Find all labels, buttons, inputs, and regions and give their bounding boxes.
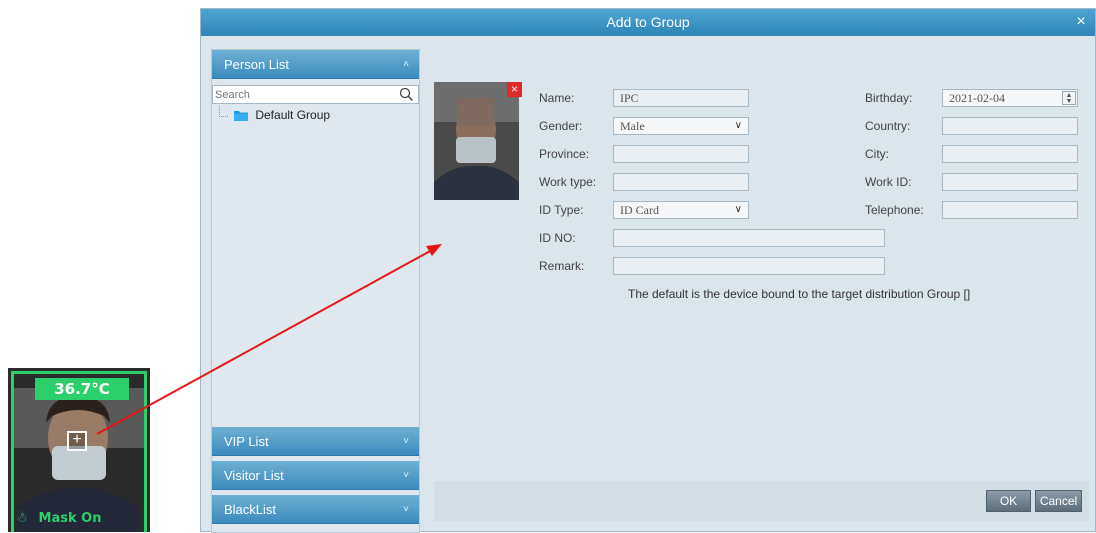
- ok-button[interactable]: OK: [986, 490, 1031, 512]
- cancel-button[interactable]: Cancel: [1035, 490, 1082, 512]
- add-to-group-dialog: Add to Group × Person List ˄ Default Gro…: [200, 8, 1096, 533]
- blacklist-label: BlackList: [224, 502, 277, 517]
- city-label: City:: [865, 147, 889, 161]
- remark-field[interactable]: [613, 257, 885, 275]
- country-label: Country:: [865, 119, 911, 133]
- mask-status: ☃ Mask On: [16, 508, 101, 530]
- chevron-down-icon: ˅: [403, 470, 409, 481]
- person-list-label: Person List: [224, 57, 290, 72]
- blacklist-header[interactable]: BlackList ˅: [212, 495, 419, 524]
- chevron-down-icon: ∨: [734, 204, 742, 215]
- gender-select[interactable]: Male ∨: [613, 117, 749, 135]
- person-photo: [434, 82, 519, 200]
- id-type-select[interactable]: ID Card ∨: [613, 201, 749, 219]
- person-list-area: [212, 124, 419, 426]
- remark-label: Remark:: [539, 259, 585, 273]
- id-type-label: ID Type:: [539, 203, 584, 217]
- vip-list-label: VIP List: [224, 434, 269, 449]
- person-list-header[interactable]: Person List ˄: [212, 50, 419, 79]
- tree-connector: [219, 106, 228, 117]
- id-no-label: ID NO:: [539, 231, 576, 245]
- vip-list-header[interactable]: VIP List ˅: [212, 427, 419, 456]
- add-to-group-icon[interactable]: +: [67, 431, 87, 451]
- birthday-value: 2021-02-04: [949, 91, 1005, 105]
- work-type-field[interactable]: [613, 173, 749, 191]
- search-box: [212, 85, 419, 104]
- name-field[interactable]: IPC: [613, 89, 749, 107]
- date-spinner-icon[interactable]: ▲ ▼: [1062, 91, 1076, 105]
- tree-item-label: Default Group: [255, 108, 331, 122]
- search-icon[interactable]: [399, 87, 414, 102]
- tree-item-default-group[interactable]: Default Group: [234, 107, 330, 123]
- remove-photo-button[interactable]: ×: [507, 82, 522, 97]
- telephone-field[interactable]: [942, 201, 1078, 219]
- temperature-badge: 36.7°C: [35, 378, 129, 400]
- visitor-list-header[interactable]: Visitor List ˅: [212, 461, 419, 490]
- group-list-panel: Person List ˄ Default Group VIP List ˅ V…: [211, 49, 420, 533]
- distribution-note: The default is the device bound to the t…: [628, 287, 971, 301]
- chevron-up-icon: ˄: [403, 59, 409, 70]
- birthday-label: Birthday:: [865, 91, 913, 105]
- chevron-down-icon: ˅: [403, 504, 409, 515]
- search-input[interactable]: [215, 87, 395, 102]
- birthday-field[interactable]: 2021-02-04 ▲ ▼: [942, 89, 1078, 107]
- work-type-label: Work type:: [539, 175, 597, 189]
- id-no-field[interactable]: [613, 229, 885, 247]
- dialog-titlebar: Add to Group ×: [201, 9, 1095, 36]
- work-id-field[interactable]: [942, 173, 1078, 191]
- gender-value: Male: [620, 119, 645, 133]
- mask-status-label: Mask On: [38, 511, 102, 526]
- dialog-title: Add to Group: [606, 14, 690, 30]
- face-image: [434, 82, 519, 200]
- camera-snapshot-tile: 36.7°C + ☃ Mask On: [8, 368, 150, 532]
- telephone-label: Telephone:: [865, 203, 924, 217]
- chevron-down-icon: ˅: [403, 436, 409, 447]
- province-field[interactable]: [613, 145, 749, 163]
- city-field[interactable]: [942, 145, 1078, 163]
- id-type-value: ID Card: [620, 203, 659, 217]
- mask-icon: ☃: [16, 511, 28, 526]
- dialog-footer: OK Cancel: [434, 481, 1089, 521]
- work-id-label: Work ID:: [865, 175, 912, 189]
- visitor-list-label: Visitor List: [224, 468, 284, 483]
- close-icon[interactable]: ×: [1073, 9, 1089, 36]
- gender-label: Gender:: [539, 119, 583, 133]
- chevron-down-icon: ∨: [734, 120, 742, 131]
- province-label: Province:: [539, 147, 590, 161]
- country-field[interactable]: [942, 117, 1078, 135]
- folder-icon: [234, 111, 248, 122]
- name-label: Name:: [539, 91, 575, 105]
